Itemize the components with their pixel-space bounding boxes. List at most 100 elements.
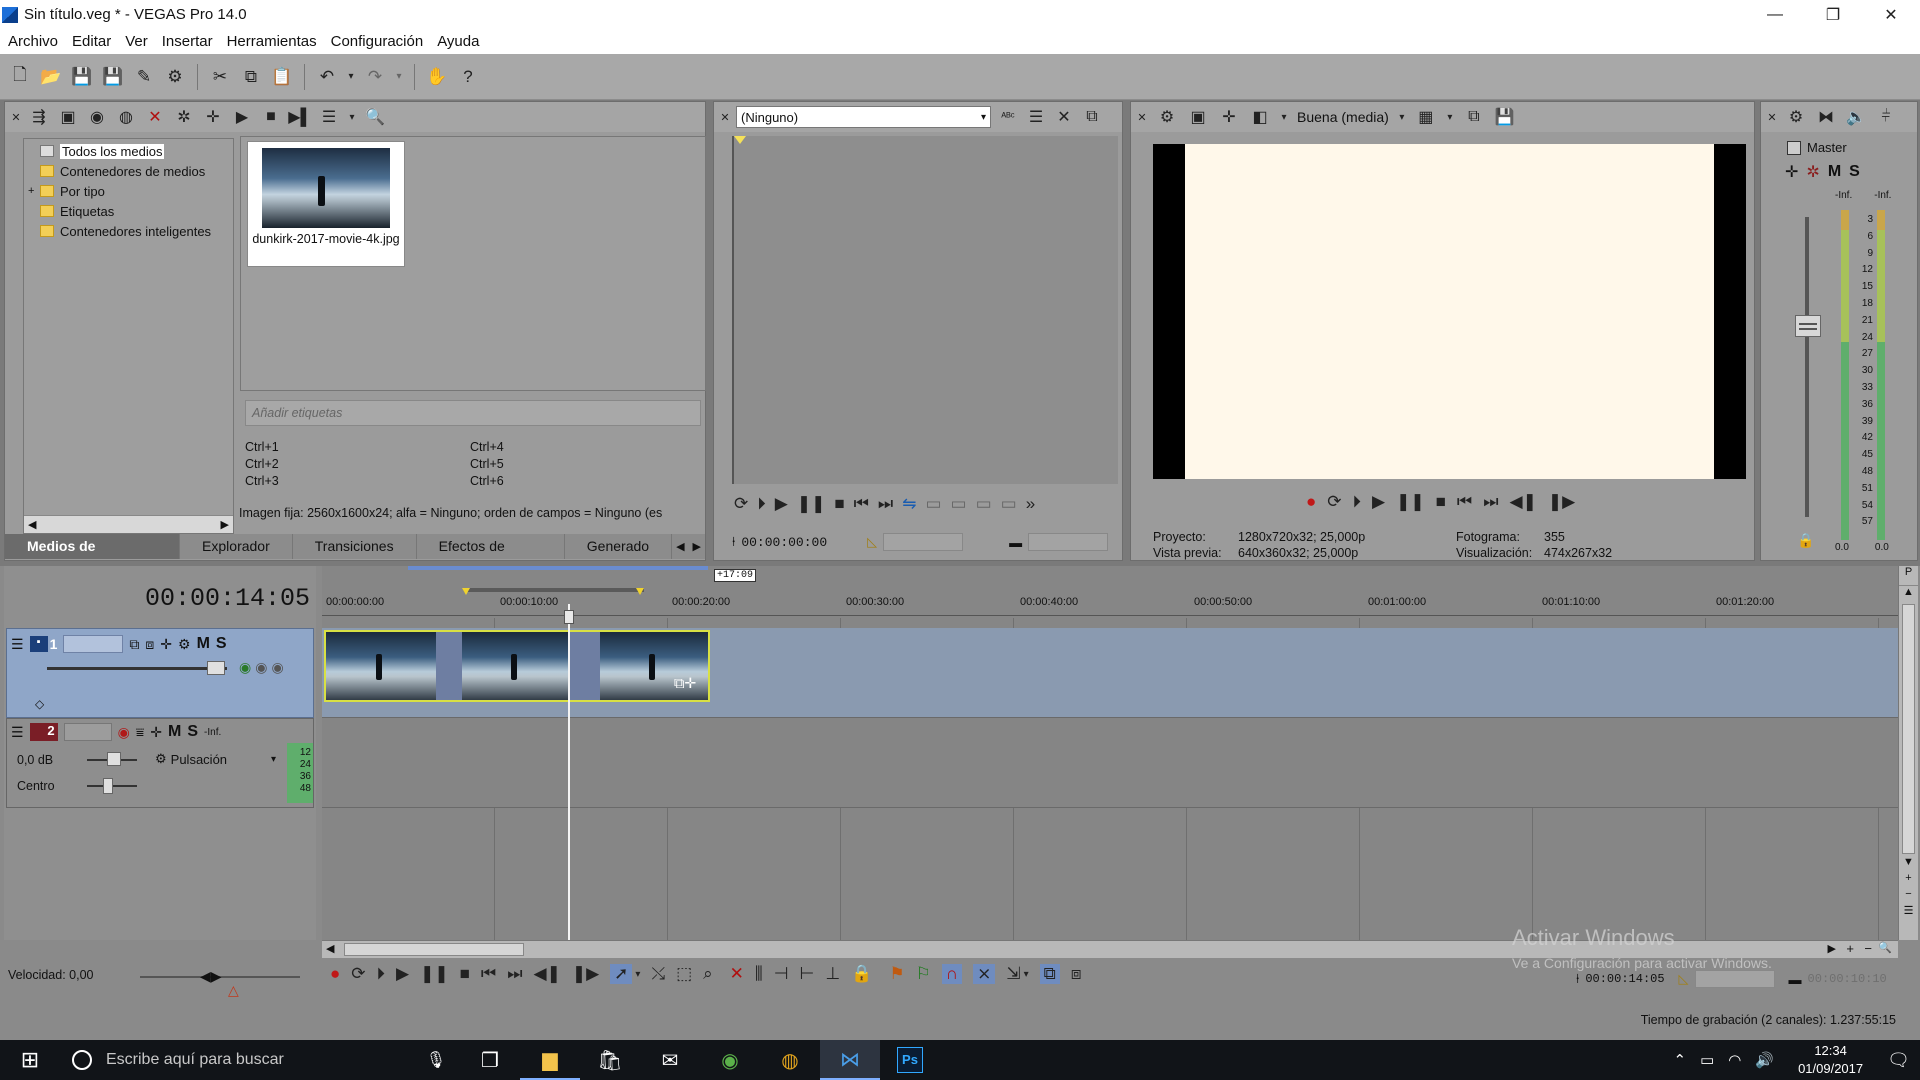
trim-start-icon[interactable]: ⊣ — [774, 964, 789, 984]
ignore-grouping-icon[interactable]: ⧈ — [1071, 964, 1082, 984]
copy-snapshot-icon[interactable]: ⧉ — [1463, 106, 1485, 128]
loop-region-bar[interactable] — [408, 566, 708, 570]
auto-preview-icon[interactable]: ▶▌ — [288, 106, 312, 128]
utorrent-icon[interactable]: ◉ — [700, 1040, 760, 1080]
speed-slider-handle[interactable]: ◀▶ — [200, 968, 222, 985]
volume-icon[interactable]: 🔊 — [1755, 1051, 1774, 1069]
insert-region-icon[interactable]: ⚐ — [916, 964, 931, 984]
arm-record-icon[interactable]: ◉ — [118, 724, 130, 741]
volume-slider-handle[interactable] — [107, 752, 121, 766]
undo-icon[interactable]: ↶ — [315, 65, 339, 89]
audio-track-name-field[interactable] — [63, 723, 112, 741]
close-panel-icon[interactable]: ✕ — [11, 106, 21, 128]
h-scroll-thumb[interactable] — [344, 943, 524, 956]
master-fader-handle[interactable] — [1795, 315, 1821, 337]
child-icon[interactable]: ◉ — [271, 659, 283, 676]
open-folder-icon[interactable]: 📂 — [39, 65, 63, 89]
paste-icon[interactable]: 📋 — [270, 65, 294, 89]
track-fx-icon[interactable]: ✛ — [160, 636, 172, 653]
play-from-start-icon[interactable]: ⏵ — [1353, 492, 1362, 512]
trimmer-view[interactable] — [732, 136, 1118, 484]
zoom-out-v-icon[interactable]: − — [1899, 888, 1918, 904]
expand-icon[interactable]: + — [28, 185, 40, 197]
play-icon[interactable]: ▶ — [231, 106, 253, 128]
scroll-thumb[interactable] — [1902, 604, 1915, 854]
scroll-up-icon[interactable]: ▲ — [1899, 586, 1918, 602]
downmix-icon[interactable]: ⧓ — [1815, 106, 1837, 128]
mail-icon[interactable]: ✉ — [640, 1040, 700, 1080]
redo-dropdown-icon[interactable]: ▾ — [394, 65, 404, 89]
tree-h-scrollbar[interactable]: ◀ ▶ — [24, 515, 233, 533]
task-view-icon[interactable]: ❐ — [460, 1040, 520, 1080]
shortcut-slot[interactable]: Ctrl+5 — [470, 457, 645, 471]
pan-crop-icon[interactable]: ✛ — [202, 106, 224, 128]
video-track-lane[interactable]: ⧉✛ — [322, 628, 1898, 718]
start-button[interactable]: ⊞ — [0, 1040, 60, 1080]
audio-track-header[interactable]: ☰ 2 ◉ ⩸ ✛ M S -Inf. 0,0 dB ⚙ Pulsación ▾… — [6, 718, 314, 808]
overwrite-icon[interactable]: ▭ — [951, 494, 967, 514]
keyframe-icon[interactable]: ◇ — [35, 697, 44, 711]
save-snapshot-icon[interactable]: 💾 — [1494, 106, 1516, 128]
capture-icon[interactable]: ▣ — [57, 106, 79, 128]
zoom-tool-icon[interactable]: ⌕ — [703, 964, 713, 984]
remove-icon[interactable]: ✕ — [144, 106, 166, 128]
selection-length-field[interactable] — [883, 533, 964, 551]
play-from-start-icon[interactable]: ⏵ — [377, 964, 386, 984]
loop-icon[interactable]: ⟳ — [734, 494, 748, 514]
selection-bar[interactable] — [464, 588, 644, 592]
scroll-down-icon[interactable]: ▼ — [1899, 856, 1918, 872]
import-media-icon[interactable]: ⇶ — [28, 106, 50, 128]
vegas-taskbar-icon[interactable]: ⋈ — [820, 1040, 880, 1080]
split-screen-icon[interactable]: ◧ — [1249, 106, 1271, 128]
media-fx-icon[interactable]: ✲ — [173, 106, 195, 128]
minimize-button[interactable]: — — [1746, 0, 1804, 29]
properties-gear-icon[interactable]: ⚙ — [163, 65, 187, 89]
go-to-end-icon[interactable]: ⏭ — [507, 964, 522, 984]
master-pan-icon[interactable]: ✛ — [1785, 162, 1798, 182]
prev-frame-icon[interactable]: ⏮ — [854, 494, 869, 514]
shortcut-slot[interactable]: Ctrl+2 — [245, 457, 470, 471]
cut-icon[interactable]: ✂ — [208, 65, 232, 89]
ripple-edit-icon[interactable]: ⇲ — [1006, 964, 1020, 984]
master-solo-button[interactable]: S — [1849, 163, 1860, 181]
solo-button[interactable]: S — [216, 635, 227, 653]
grab-hand-icon[interactable]: ✋ — [425, 65, 449, 89]
tags-field[interactable]: Añadir etiquetas — [245, 400, 701, 426]
next-frame-icon[interactable]: ❚▶ — [572, 964, 599, 984]
input-bus-icon[interactable]: ⩸ — [136, 724, 145, 741]
next-frame-icon[interactable]: ❚▶ — [1548, 492, 1575, 512]
clock[interactable]: 12:34 01/09/2017 — [1798, 1042, 1863, 1078]
track-fx-icon[interactable]: ✛ — [150, 724, 162, 741]
stop-icon[interactable]: ■ — [1436, 492, 1446, 512]
composite-mode-icon[interactable]: ◉ — [239, 659, 251, 676]
save-icon[interactable]: 💾 — [70, 65, 94, 89]
menu-archivo[interactable]: Archivo — [8, 33, 58, 50]
add-to-timeline-icon[interactable]: ⇋ — [902, 494, 916, 514]
video-event-clip[interactable]: ⧉✛ — [324, 630, 710, 702]
selection-end-marker[interactable] — [636, 588, 644, 595]
file-explorer-icon[interactable]: ▆ — [520, 1040, 580, 1080]
trimmer-source-select[interactable]: (Ninguno) ▾ — [736, 106, 991, 128]
tree-item-todos[interactable]: Todos los medios — [28, 141, 233, 161]
tab-explorador[interactable]: Explorador — [180, 534, 293, 559]
scroll-right-icon[interactable]: ▶ — [1828, 942, 1836, 955]
mixer-settings-gear-icon[interactable]: ⚙ — [1785, 106, 1807, 128]
search-icon[interactable]: 🔍 — [364, 106, 386, 128]
menu-configuracion[interactable]: Configuración — [331, 33, 424, 50]
edit-tool-dropdown-icon[interactable]: ▾ — [635, 969, 640, 980]
zoom-in-v-icon[interactable]: + — [1899, 872, 1918, 888]
close-button[interactable]: ✕ — [1862, 0, 1920, 29]
chevron-down-icon[interactable]: ▾ — [271, 754, 276, 765]
snap-magnet-icon[interactable]: ∩ — [941, 964, 963, 984]
disc-icon[interactable]: ◉ — [86, 106, 108, 128]
quality-dropdown-icon[interactable]: ▾ — [1398, 106, 1406, 128]
tab-medios-de-proyecto[interactable]: Medios de proyecto — [5, 534, 181, 579]
go-to-end-icon[interactable]: ⏭ — [1483, 492, 1498, 512]
more-icon[interactable]: » — [1026, 494, 1035, 514]
video-fx-icon[interactable]: ✛ — [1218, 106, 1240, 128]
time-ruler[interactable]: 00:00:00:00 00:00:10:00 00:00:20:00 00:0… — [322, 596, 1898, 616]
stop-icon[interactable]: ■ — [260, 106, 282, 128]
tabs-left-icon[interactable]: ◀ — [672, 540, 688, 553]
subclip-icon[interactable]: ▭ — [976, 494, 992, 514]
tree-item-por-tipo[interactable]: + Por tipo — [28, 181, 233, 201]
